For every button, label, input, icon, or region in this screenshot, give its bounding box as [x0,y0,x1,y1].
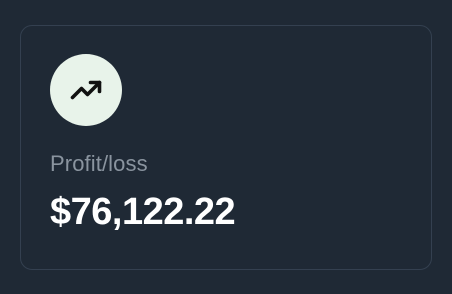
profit-loss-card: Profit/loss $76,122.22 [20,25,432,270]
profit-loss-label: Profit/loss [50,151,148,176]
profit-loss-value: $76,122.22 [50,191,236,233]
trending-up-icon [50,54,122,126]
